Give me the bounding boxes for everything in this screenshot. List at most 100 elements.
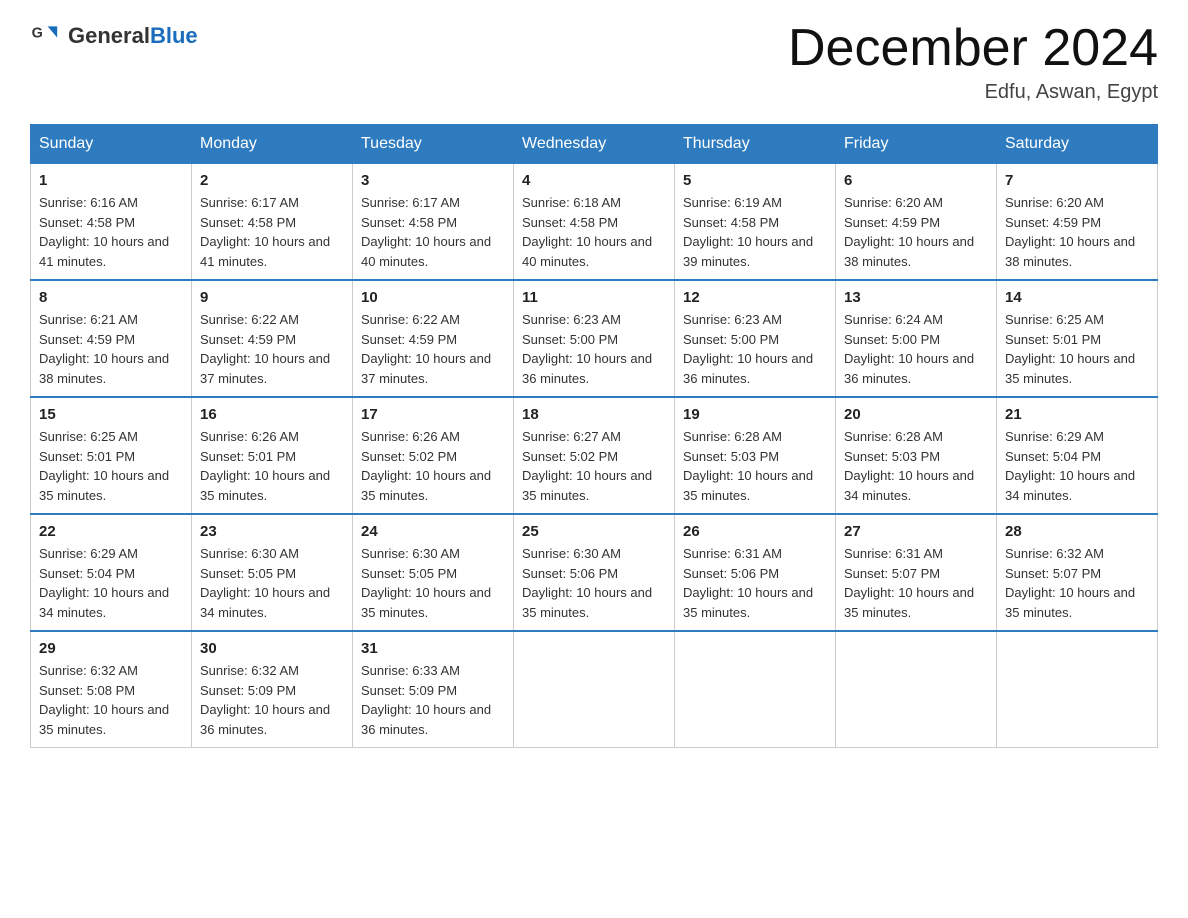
day-number: 11 xyxy=(522,289,666,306)
calendar-cell: 9 Sunrise: 6:22 AMSunset: 4:59 PMDayligh… xyxy=(192,280,353,397)
sun-info: Sunrise: 6:17 AMSunset: 4:58 PMDaylight:… xyxy=(361,195,491,269)
day-number: 12 xyxy=(683,289,827,306)
logo-icon: G xyxy=(30,20,62,52)
sun-info: Sunrise: 6:29 AMSunset: 5:04 PMDaylight:… xyxy=(1005,429,1135,503)
calendar-cell xyxy=(997,631,1158,748)
calendar-cell: 16 Sunrise: 6:26 AMSunset: 5:01 PMDaylig… xyxy=(192,397,353,514)
day-number: 23 xyxy=(200,523,344,540)
calendar-cell: 11 Sunrise: 6:23 AMSunset: 5:00 PMDaylig… xyxy=(514,280,675,397)
day-number: 29 xyxy=(39,640,183,657)
sun-info: Sunrise: 6:23 AMSunset: 5:00 PMDaylight:… xyxy=(683,312,813,386)
calendar-cell xyxy=(514,631,675,748)
calendar-cell: 12 Sunrise: 6:23 AMSunset: 5:00 PMDaylig… xyxy=(675,280,836,397)
calendar-cell: 1 Sunrise: 6:16 AMSunset: 4:58 PMDayligh… xyxy=(31,164,192,281)
day-number: 24 xyxy=(361,523,505,540)
day-number: 25 xyxy=(522,523,666,540)
page-header: G GeneralBlue December 2024 Edfu, Aswan,… xyxy=(30,20,1158,104)
sun-info: Sunrise: 6:30 AMSunset: 5:06 PMDaylight:… xyxy=(522,546,652,620)
sun-info: Sunrise: 6:32 AMSunset: 5:07 PMDaylight:… xyxy=(1005,546,1135,620)
day-number: 3 xyxy=(361,172,505,189)
calendar-cell: 27 Sunrise: 6:31 AMSunset: 5:07 PMDaylig… xyxy=(836,514,997,631)
day-number: 18 xyxy=(522,406,666,423)
day-number: 27 xyxy=(844,523,988,540)
day-number: 19 xyxy=(683,406,827,423)
sun-info: Sunrise: 6:20 AMSunset: 4:59 PMDaylight:… xyxy=(844,195,974,269)
calendar-cell: 23 Sunrise: 6:30 AMSunset: 5:05 PMDaylig… xyxy=(192,514,353,631)
sun-info: Sunrise: 6:25 AMSunset: 5:01 PMDaylight:… xyxy=(1005,312,1135,386)
header-wednesday: Wednesday xyxy=(514,125,675,164)
calendar-cell: 18 Sunrise: 6:27 AMSunset: 5:02 PMDaylig… xyxy=(514,397,675,514)
header-tuesday: Tuesday xyxy=(353,125,514,164)
calendar-cell: 31 Sunrise: 6:33 AMSunset: 5:09 PMDaylig… xyxy=(353,631,514,748)
calendar-cell xyxy=(675,631,836,748)
sun-info: Sunrise: 6:30 AMSunset: 5:05 PMDaylight:… xyxy=(200,546,330,620)
calendar-cell: 17 Sunrise: 6:26 AMSunset: 5:02 PMDaylig… xyxy=(353,397,514,514)
day-number: 20 xyxy=(844,406,988,423)
day-number: 16 xyxy=(200,406,344,423)
day-number: 15 xyxy=(39,406,183,423)
week-row-3: 15 Sunrise: 6:25 AMSunset: 5:01 PMDaylig… xyxy=(31,397,1158,514)
day-number: 5 xyxy=(683,172,827,189)
sun-info: Sunrise: 6:21 AMSunset: 4:59 PMDaylight:… xyxy=(39,312,169,386)
calendar-header-row: SundayMondayTuesdayWednesdayThursdayFrid… xyxy=(31,125,1158,164)
calendar-cell: 29 Sunrise: 6:32 AMSunset: 5:08 PMDaylig… xyxy=(31,631,192,748)
calendar-cell: 3 Sunrise: 6:17 AMSunset: 4:58 PMDayligh… xyxy=(353,164,514,281)
month-title: December 2024 xyxy=(788,20,1158,77)
day-number: 9 xyxy=(200,289,344,306)
calendar-table: SundayMondayTuesdayWednesdayThursdayFrid… xyxy=(30,124,1158,748)
sun-info: Sunrise: 6:32 AMSunset: 5:09 PMDaylight:… xyxy=(200,663,330,737)
week-row-2: 8 Sunrise: 6:21 AMSunset: 4:59 PMDayligh… xyxy=(31,280,1158,397)
week-row-5: 29 Sunrise: 6:32 AMSunset: 5:08 PMDaylig… xyxy=(31,631,1158,748)
day-number: 8 xyxy=(39,289,183,306)
day-number: 4 xyxy=(522,172,666,189)
calendar-cell: 4 Sunrise: 6:18 AMSunset: 4:58 PMDayligh… xyxy=(514,164,675,281)
logo: G GeneralBlue xyxy=(30,20,198,52)
day-number: 26 xyxy=(683,523,827,540)
calendar-cell: 5 Sunrise: 6:19 AMSunset: 4:58 PMDayligh… xyxy=(675,164,836,281)
day-number: 22 xyxy=(39,523,183,540)
sun-info: Sunrise: 6:26 AMSunset: 5:01 PMDaylight:… xyxy=(200,429,330,503)
sun-info: Sunrise: 6:26 AMSunset: 5:02 PMDaylight:… xyxy=(361,429,491,503)
header-saturday: Saturday xyxy=(997,125,1158,164)
day-number: 31 xyxy=(361,640,505,657)
sun-info: Sunrise: 6:31 AMSunset: 5:06 PMDaylight:… xyxy=(683,546,813,620)
day-number: 17 xyxy=(361,406,505,423)
sun-info: Sunrise: 6:33 AMSunset: 5:09 PMDaylight:… xyxy=(361,663,491,737)
svg-text:G: G xyxy=(32,26,43,42)
calendar-cell: 15 Sunrise: 6:25 AMSunset: 5:01 PMDaylig… xyxy=(31,397,192,514)
calendar-cell: 6 Sunrise: 6:20 AMSunset: 4:59 PMDayligh… xyxy=(836,164,997,281)
day-number: 2 xyxy=(200,172,344,189)
day-number: 13 xyxy=(844,289,988,306)
logo-general-text: General xyxy=(68,23,150,48)
sun-info: Sunrise: 6:32 AMSunset: 5:08 PMDaylight:… xyxy=(39,663,169,737)
sun-info: Sunrise: 6:29 AMSunset: 5:04 PMDaylight:… xyxy=(39,546,169,620)
calendar-cell: 2 Sunrise: 6:17 AMSunset: 4:58 PMDayligh… xyxy=(192,164,353,281)
day-number: 28 xyxy=(1005,523,1149,540)
calendar-cell: 25 Sunrise: 6:30 AMSunset: 5:06 PMDaylig… xyxy=(514,514,675,631)
header-monday: Monday xyxy=(192,125,353,164)
header-friday: Friday xyxy=(836,125,997,164)
location: Edfu, Aswan, Egypt xyxy=(788,81,1158,104)
sun-info: Sunrise: 6:19 AMSunset: 4:58 PMDaylight:… xyxy=(683,195,813,269)
sun-info: Sunrise: 6:18 AMSunset: 4:58 PMDaylight:… xyxy=(522,195,652,269)
calendar-cell: 19 Sunrise: 6:28 AMSunset: 5:03 PMDaylig… xyxy=(675,397,836,514)
calendar-cell: 7 Sunrise: 6:20 AMSunset: 4:59 PMDayligh… xyxy=(997,164,1158,281)
calendar-cell: 10 Sunrise: 6:22 AMSunset: 4:59 PMDaylig… xyxy=(353,280,514,397)
header-thursday: Thursday xyxy=(675,125,836,164)
day-number: 21 xyxy=(1005,406,1149,423)
sun-info: Sunrise: 6:20 AMSunset: 4:59 PMDaylight:… xyxy=(1005,195,1135,269)
sun-info: Sunrise: 6:17 AMSunset: 4:58 PMDaylight:… xyxy=(200,195,330,269)
sun-info: Sunrise: 6:28 AMSunset: 5:03 PMDaylight:… xyxy=(844,429,974,503)
day-number: 7 xyxy=(1005,172,1149,189)
sun-info: Sunrise: 6:23 AMSunset: 5:00 PMDaylight:… xyxy=(522,312,652,386)
calendar-cell: 8 Sunrise: 6:21 AMSunset: 4:59 PMDayligh… xyxy=(31,280,192,397)
logo-blue-text: Blue xyxy=(150,23,198,48)
calendar-cell: 20 Sunrise: 6:28 AMSunset: 5:03 PMDaylig… xyxy=(836,397,997,514)
day-number: 1 xyxy=(39,172,183,189)
day-number: 6 xyxy=(844,172,988,189)
calendar-cell: 14 Sunrise: 6:25 AMSunset: 5:01 PMDaylig… xyxy=(997,280,1158,397)
week-row-4: 22 Sunrise: 6:29 AMSunset: 5:04 PMDaylig… xyxy=(31,514,1158,631)
day-number: 14 xyxy=(1005,289,1149,306)
day-number: 30 xyxy=(200,640,344,657)
day-number: 10 xyxy=(361,289,505,306)
